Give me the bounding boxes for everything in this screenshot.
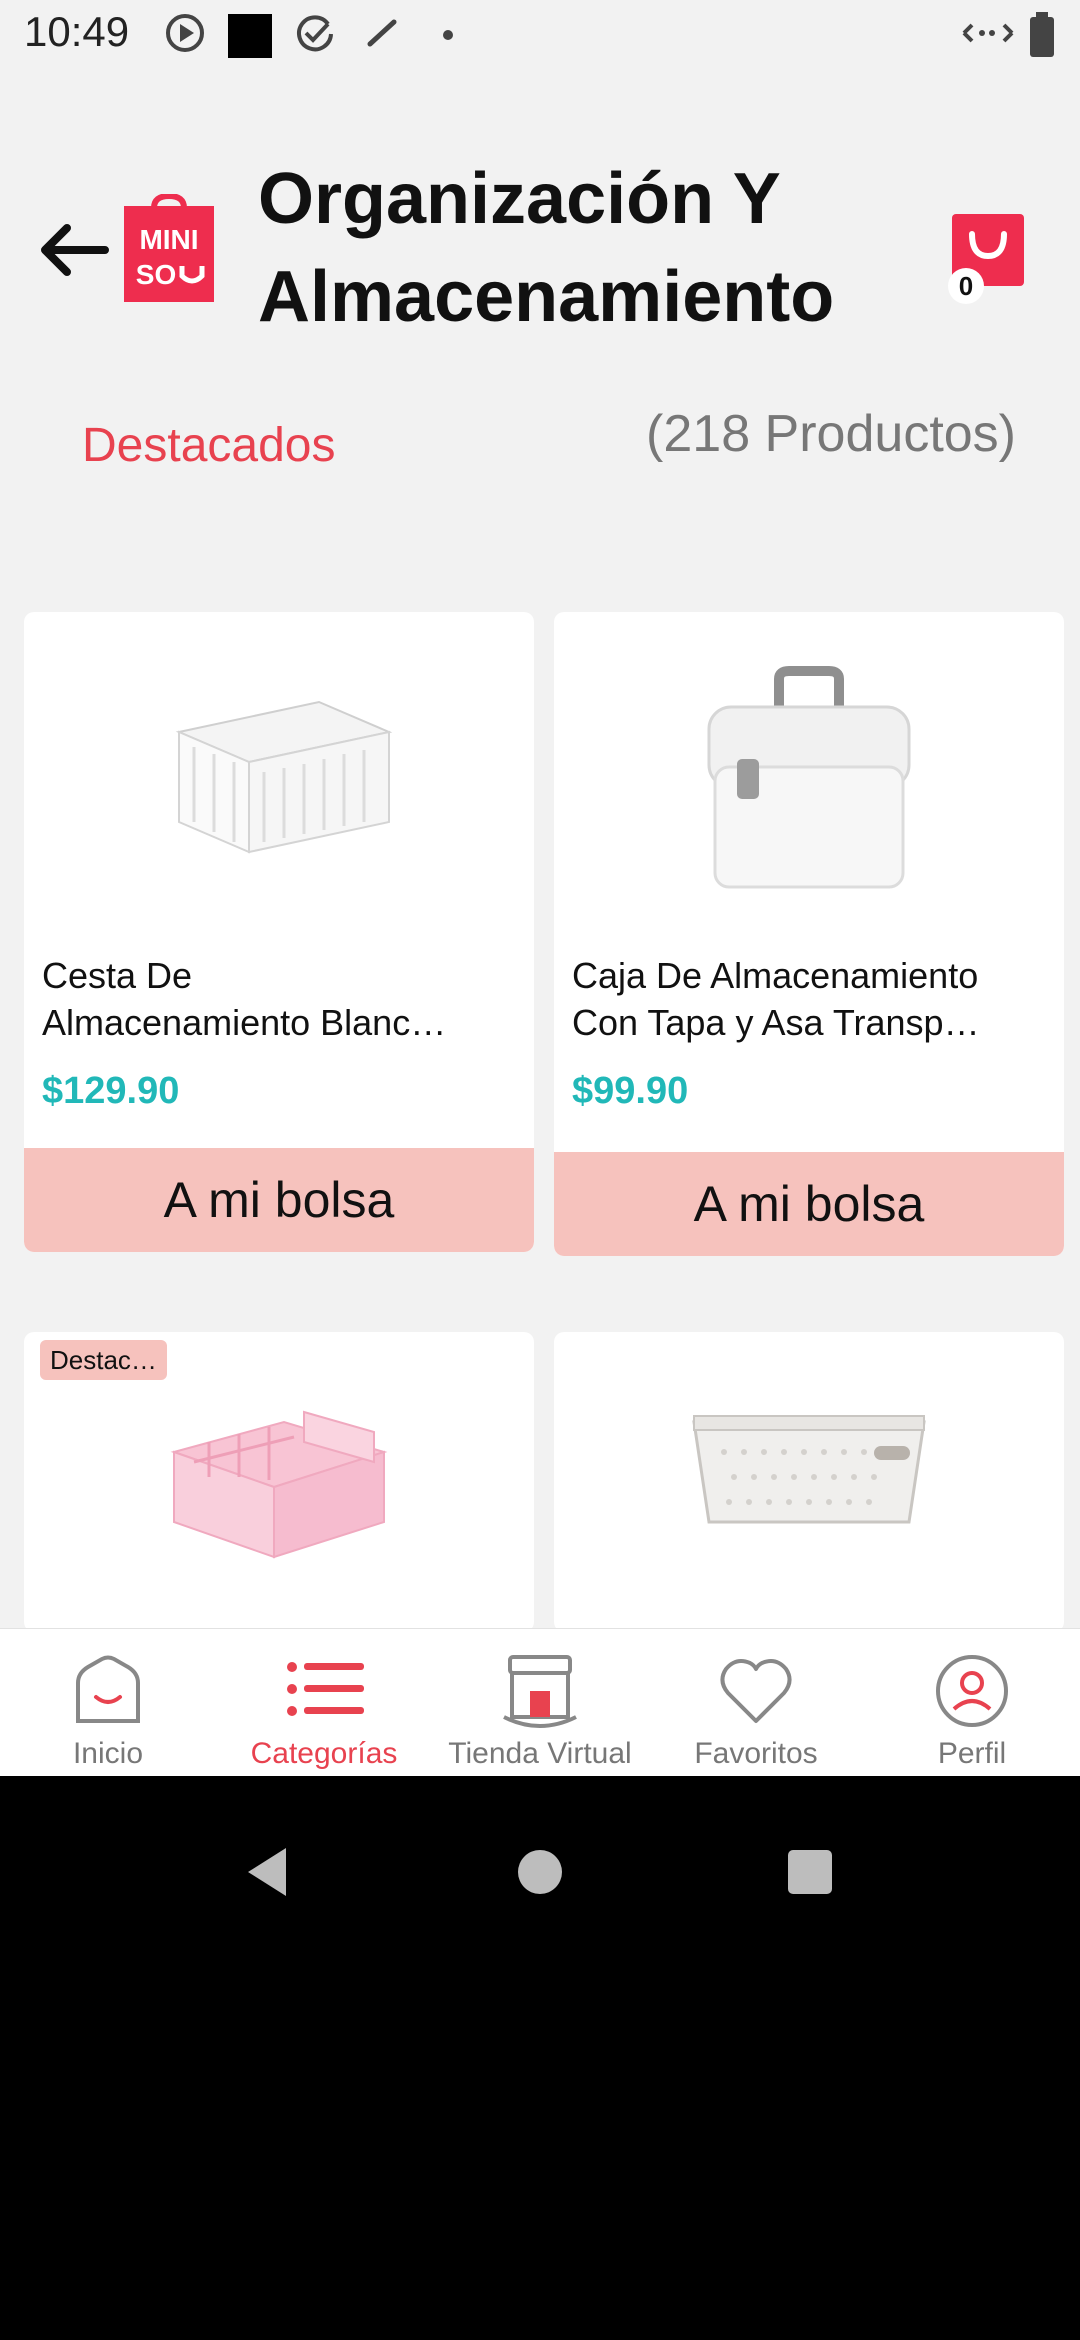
product-price: $129.90 (42, 1070, 180, 1112)
storage-basket-image (175, 700, 393, 854)
product-image (554, 612, 1064, 942)
square-app-icon (228, 14, 272, 58)
product-name: Cesta De Almacenamiento Blanc… (42, 955, 447, 1043)
nav-label-tienda-virtual: Tienda Virtual (448, 1737, 632, 1770)
heart-icon (720, 1659, 792, 1723)
product-count: (218 Productos) (646, 405, 1016, 463)
product-image (554, 1372, 1064, 1572)
nav-item-perfil[interactable]: Perfil (864, 1629, 1080, 1777)
product-card[interactable]: Destac… (24, 1332, 534, 1632)
featured-badge: Destac… (40, 1340, 167, 1380)
list-icon (287, 1662, 364, 1716)
product-card[interactable] (554, 1332, 1064, 1632)
circle-home-icon (518, 1850, 562, 1894)
pink-organizer-image (170, 1410, 388, 1559)
product-price: $99.90 (572, 1070, 689, 1112)
miniso-logo: MINI SO (124, 194, 214, 302)
logo-text-top: MINI (139, 224, 198, 255)
nav-label-inicio: Inicio (72, 1737, 144, 1770)
triangle-back-icon (248, 1848, 286, 1896)
add-to-bag-button[interactable]: A mi bolsa (24, 1148, 534, 1252)
page-title: Organización Y Almacenamiento (258, 159, 835, 337)
play-icon (166, 14, 204, 52)
data-signal-icon (962, 23, 1014, 43)
home-icon (76, 1655, 140, 1723)
logo-text-bottom: SO (136, 259, 176, 290)
nav-item-categorias[interactable]: Categorías (216, 1629, 432, 1777)
status-bar: 10:49 (0, 0, 1080, 72)
product-card[interactable]: Cesta De Almacenamiento Blanc… $129.90 A… (24, 612, 534, 1252)
storage-box-image (707, 666, 911, 889)
system-navigation-bar (0, 1776, 1080, 2340)
product-image (24, 1382, 534, 1572)
profile-icon (936, 1655, 1008, 1727)
store-icon (503, 1655, 577, 1728)
status-time: 10:49 (24, 8, 130, 55)
bag-count-badge: 0 (948, 268, 984, 304)
system-back-button[interactable] (220, 1824, 316, 1920)
nav-label-favoritos: Favoritos (694, 1737, 818, 1770)
feather-icon (367, 19, 397, 47)
nav-item-tienda-virtual[interactable]: Tienda Virtual (432, 1629, 648, 1777)
square-recents-icon (788, 1850, 832, 1894)
product-image (24, 612, 534, 942)
nav-item-favoritos[interactable]: Favoritos (648, 1629, 864, 1777)
bottom-navigation: Inicio Categorías Tienda Virtual Favorit… (0, 1628, 1080, 1777)
arrow-left-icon (41, 224, 109, 276)
check-circle-icon (297, 15, 333, 52)
battery-icon (1030, 12, 1054, 57)
nav-label-categorias: Categorías (250, 1737, 398, 1770)
nav-item-inicio[interactable]: Inicio (0, 1629, 216, 1777)
back-button[interactable] (36, 212, 112, 288)
woven-basket-image (692, 1415, 926, 1524)
sort-featured-tab[interactable]: Destacados (82, 418, 335, 473)
system-recents-button[interactable] (762, 1824, 858, 1920)
nav-label-perfil: Perfil (937, 1737, 1007, 1770)
header: MINI SO Organización Y Almacenamiento 0 (0, 150, 1080, 350)
add-to-bag-button[interactable]: A mi bolsa (554, 1152, 1064, 1256)
product-name: Caja De Almacenamiento Con Tapa y Asa Tr… (572, 955, 980, 1043)
dot-icon (443, 30, 453, 40)
product-card[interactable]: Caja De Almacenamiento Con Tapa y Asa Tr… (554, 612, 1064, 1256)
system-home-button[interactable] (492, 1824, 588, 1920)
